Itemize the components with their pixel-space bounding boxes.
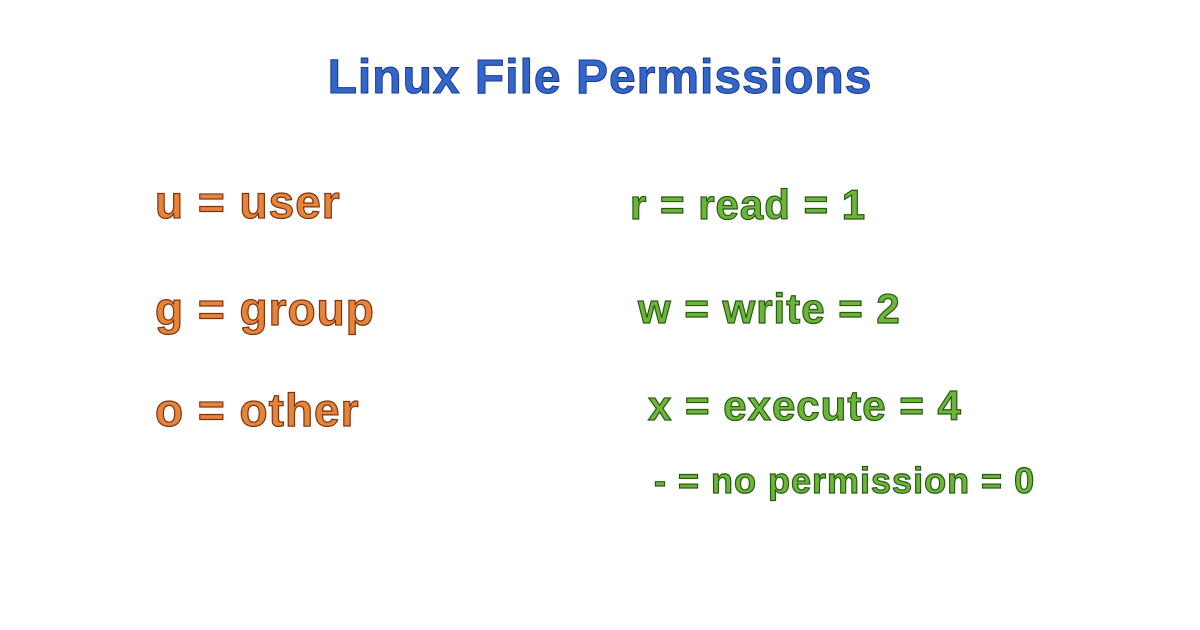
owner-other: o = other: [155, 383, 375, 438]
permission-write: w = write = 2: [630, 284, 1035, 334]
owner-user: u = user: [155, 175, 375, 230]
permission-execute: x = execute = 4: [630, 381, 1035, 431]
permission-none: - = no permission = 0: [630, 459, 1035, 502]
owner-group: g = group: [155, 282, 375, 337]
owner-types-column: u = user g = group o = other: [155, 175, 375, 439]
permission-read: r = read = 1: [630, 180, 1035, 230]
permission-types-column: r = read = 1 w = write = 2 x = execute =…: [630, 180, 1035, 502]
diagram-title: Linux File Permissions: [328, 50, 873, 105]
